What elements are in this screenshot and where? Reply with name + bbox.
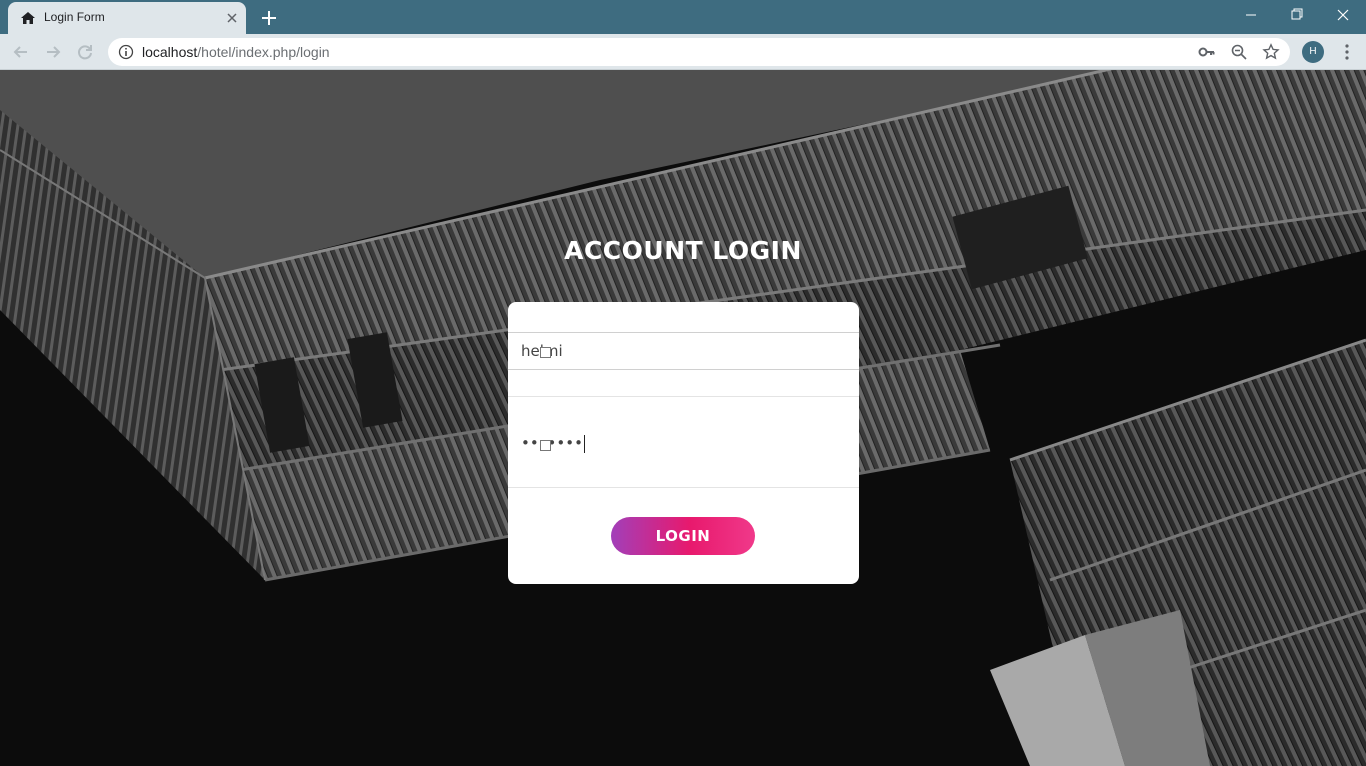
browser-tab[interactable]: Login Form (8, 2, 246, 34)
restore-icon[interactable] (1274, 0, 1320, 30)
cursor-marker (540, 440, 551, 451)
profile-avatar[interactable]: H (1302, 41, 1324, 63)
url-path: /hotel/index.php/login (197, 44, 330, 60)
divider (508, 487, 859, 488)
zoom-out-icon[interactable] (1230, 43, 1248, 61)
close-tab-icon[interactable] (224, 10, 240, 26)
home-icon (21, 12, 35, 24)
key-icon[interactable] (1198, 43, 1216, 61)
password-value: ••••••• (521, 434, 583, 452)
login-form: helmi ••••••• LOGIN (508, 302, 859, 584)
new-tab-icon[interactable] (256, 5, 282, 31)
password-input[interactable]: ••••••• (508, 428, 859, 458)
tab-title: Login Form (44, 10, 105, 24)
username-input[interactable]: helmi (508, 332, 859, 370)
window-close-icon[interactable] (1320, 0, 1366, 30)
page-viewport: ACCOUNT LOGIN helmi ••••••• LOGIN (0, 70, 1366, 766)
divider (508, 396, 859, 397)
site-info-icon[interactable] (118, 44, 134, 60)
address-bar[interactable]: localhost/hotel/index.php/login (108, 38, 1290, 66)
browser-toolbar: localhost/hotel/index.php/login H (0, 34, 1366, 70)
login-button[interactable]: LOGIN (611, 517, 755, 555)
bookmark-star-icon[interactable] (1262, 43, 1280, 61)
minimize-icon[interactable] (1228, 0, 1274, 30)
page-title: ACCOUNT LOGIN (564, 236, 802, 265)
text-caret (583, 434, 585, 453)
url-host: localhost (142, 44, 198, 60)
menu-dots-icon[interactable] (1338, 41, 1356, 63)
reload-icon[interactable] (74, 41, 96, 63)
url-text[interactable]: localhost/hotel/index.php/login (142, 44, 330, 60)
cursor-marker (540, 347, 551, 358)
back-arrow-icon[interactable] (10, 41, 32, 63)
forward-arrow-icon[interactable] (42, 41, 64, 63)
browser-titlebar: Login Form (0, 0, 1366, 34)
